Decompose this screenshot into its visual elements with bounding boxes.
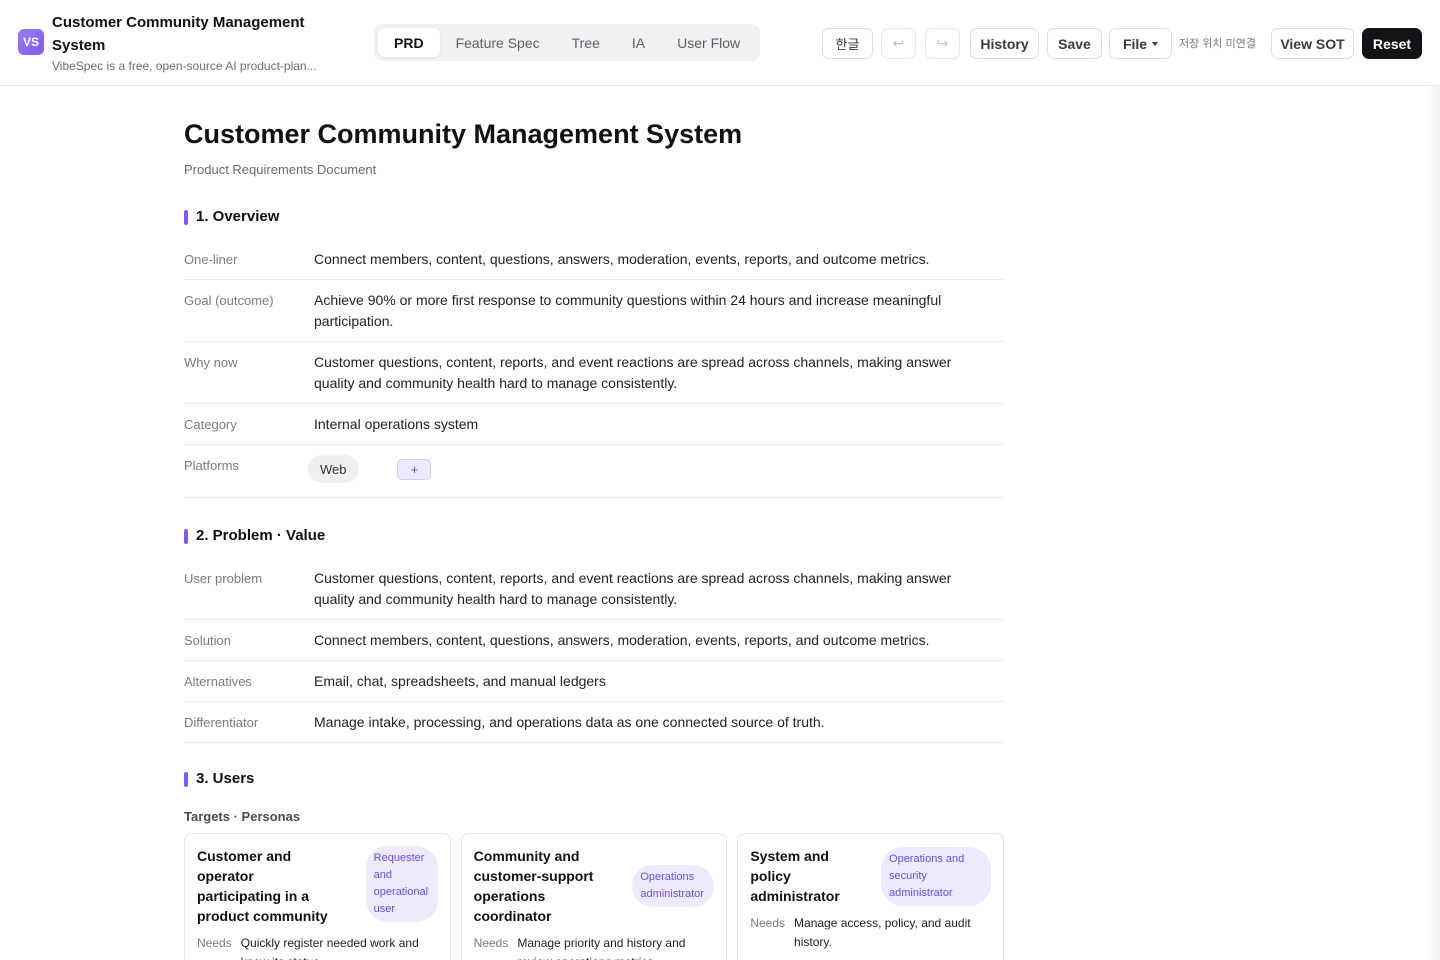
persona-role-badge: Operations and security administrator [881, 846, 992, 906]
storage-status: 저장 위치 미연결 [1179, 38, 1256, 50]
overview-table: One-liner Connect members, content, ques… [184, 239, 1004, 498]
section-users-heading: 3. Users [184, 770, 254, 787]
row-label: Alternatives [184, 674, 252, 689]
row-value[interactable]: Email, chat, spreadsheets, and manual le… [314, 671, 1004, 692]
chevron-down-icon [1152, 41, 1159, 46]
project-title: Customer Community Management System [52, 14, 305, 54]
persona-cards: Customer and operator participating in a… [184, 833, 1005, 960]
row-label: Goal (outcome) [184, 293, 274, 308]
needs-label: Needs [473, 936, 509, 950]
language-toggle-button[interactable]: 한글 [822, 28, 873, 59]
row-value[interactable]: Achieve 90% or more first response to co… [314, 290, 1004, 332]
persona-name: Customer and operator participating in a… [197, 848, 328, 924]
row-differentiator[interactable]: Differentiator Manage intake, processing… [184, 702, 1004, 743]
row-label: One-liner [184, 252, 238, 267]
row-solution[interactable]: Solution Connect members, content, quest… [184, 620, 1004, 661]
section-problem-heading: 2. Problem · Value [184, 527, 325, 544]
view-sot-button[interactable]: View SOT [1271, 28, 1354, 59]
persona-role-badge: Requester and operational user [365, 846, 438, 922]
row-value[interactable]: Customer questions, content, reports, an… [314, 352, 1004, 394]
row-value[interactable]: Manage intake, processing, and operation… [314, 712, 1004, 733]
platform-list: Web + [308, 455, 1004, 483]
scroll-shadow [1426, 86, 1440, 960]
project-subtitle: VibeSpec is a free, open-source AI produ… [52, 59, 317, 73]
row-why-now[interactable]: Why now Customer questions, content, rep… [184, 342, 1004, 404]
problem-table: User problem Customer questions, content… [184, 558, 1004, 743]
persona-card[interactable]: Community and customer-support operation… [460, 833, 728, 960]
row-alternatives[interactable]: Alternatives Email, chat, spreadsheets, … [184, 661, 1004, 702]
row-value[interactable]: Internal operations system [314, 414, 1004, 435]
platform-chip-web[interactable]: Web [308, 455, 359, 483]
needs-text: Manage priority and history and review o… [517, 936, 686, 960]
history-button[interactable]: History [970, 28, 1039, 59]
persona-role-badge: Operations administrator [632, 865, 715, 907]
tab-ia[interactable]: IA [616, 28, 661, 57]
personas-label: Targets · Personas [184, 809, 301, 824]
persona-card[interactable]: Customer and operator participating in a… [184, 833, 451, 960]
row-label: Differentiator [184, 715, 259, 730]
undo-icon: ↩ [892, 35, 905, 51]
undo-button[interactable]: ↩ [881, 28, 916, 59]
row-label: Category [184, 417, 237, 432]
section-overview-heading: 1. Overview [184, 208, 279, 225]
tab-user-flow[interactable]: User Flow [661, 28, 756, 57]
row-goal[interactable]: Goal (outcome) Achieve 90% or more first… [184, 280, 1004, 342]
row-user-problem[interactable]: User problem Customer questions, content… [184, 558, 1004, 620]
view-tabs: PRD Feature Spec Tree IA User Flow [374, 24, 761, 61]
row-category[interactable]: Category Internal operations system [184, 404, 1004, 445]
row-label: User problem [184, 571, 263, 586]
needs-text: Manage access, policy, and audit history… [794, 916, 971, 949]
tab-tree[interactable]: Tree [556, 28, 616, 57]
file-menu-button[interactable]: File [1109, 28, 1172, 59]
add-platform-button[interactable]: + [397, 459, 432, 481]
top-header: VS Customer Community Management System … [0, 0, 1440, 86]
row-value[interactable]: Connect members, content, questions, ans… [314, 630, 1004, 651]
tab-prd[interactable]: PRD [378, 28, 440, 57]
persona-card[interactable]: System and policy administrator Operatio… [737, 833, 1005, 960]
redo-icon: ↪ [936, 35, 949, 51]
persona-name: Community and customer-support operation… [473, 848, 594, 924]
tab-feature-spec[interactable]: Feature Spec [440, 28, 556, 57]
save-button[interactable]: Save [1047, 28, 1102, 59]
row-label: Why now [184, 355, 238, 370]
app-logo: VS [18, 29, 44, 55]
needs-text: Quickly register needed work and know it… [240, 936, 419, 960]
redo-button[interactable]: ↪ [925, 28, 960, 59]
page-title: Customer Community Management System [184, 119, 743, 149]
needs-label: Needs [750, 916, 786, 930]
reset-button[interactable]: Reset [1362, 28, 1422, 59]
row-label: Solution [184, 633, 231, 648]
row-label: Platforms [184, 458, 239, 473]
row-value[interactable]: Connect members, content, questions, ans… [314, 249, 1004, 270]
persona-name: System and policy administrator [750, 848, 840, 904]
page-subtitle: Product Requirements Document [184, 162, 377, 177]
row-value[interactable]: Customer questions, content, reports, an… [314, 568, 1004, 610]
needs-label: Needs [197, 936, 232, 950]
row-one-liner[interactable]: One-liner Connect members, content, ques… [184, 239, 1004, 280]
row-platforms: Platforms Web + [184, 445, 1004, 498]
file-label: File [1122, 35, 1148, 52]
